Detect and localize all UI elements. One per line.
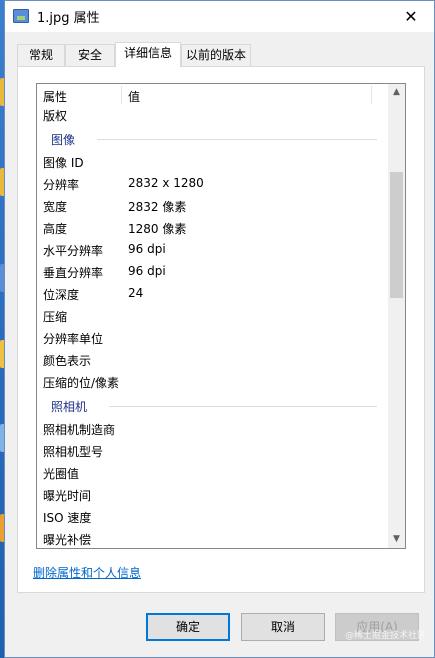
group-header-image: 图像	[37, 128, 389, 150]
property-name: ISO 速度	[43, 511, 92, 525]
property-name: 水平分辨率	[43, 244, 104, 258]
list-item[interactable]: 颜色表示	[37, 349, 389, 371]
details-panel: 属性 值 版权 图像 图像 ID 分辨率 2832 x 1280 宽度 2832…	[17, 66, 425, 593]
list-header: 属性 值	[37, 84, 389, 106]
group-divider	[109, 406, 377, 407]
properties-list[interactable]: 属性 值 版权 图像 图像 ID 分辨率 2832 x 1280 宽度 2832…	[36, 83, 406, 549]
list-item[interactable]: 图像 ID	[37, 151, 389, 173]
tab-security[interactable]: 安全	[65, 44, 115, 66]
list-item[interactable]: 位深度 24	[37, 283, 389, 305]
list-item[interactable]: 照相机型号	[37, 440, 389, 462]
property-name: 曝光补偿	[43, 533, 92, 547]
scroll-up-arrow-icon[interactable]: ▲	[388, 84, 405, 101]
property-name: 版权	[43, 109, 68, 123]
group-header-camera: 照相机	[37, 395, 389, 417]
property-value: 2832 像素	[128, 200, 187, 214]
property-name: 颜色表示	[43, 354, 92, 368]
property-value: 96 dpi	[128, 242, 166, 256]
list-item[interactable]: 宽度 2832 像素	[37, 195, 389, 217]
list-item[interactable]: 高度 1280 像素	[37, 217, 389, 239]
scrollbar-thumb[interactable]	[390, 172, 403, 298]
list-item[interactable]: 分辨率 2832 x 1280	[37, 173, 389, 195]
property-name: 位深度	[43, 288, 80, 302]
tab-general[interactable]: 常规	[17, 44, 65, 66]
property-name: 图像 ID	[43, 156, 84, 170]
property-name: 光圈值	[43, 467, 80, 481]
property-name: 曝光时间	[43, 489, 92, 503]
property-name: 分辨率	[43, 178, 80, 192]
column-divider[interactable]	[371, 86, 372, 104]
cancel-button[interactable]: 取消	[241, 613, 325, 641]
property-value: 96 dpi	[128, 264, 166, 278]
list-item[interactable]: 压缩的位/像素	[37, 371, 389, 393]
tab-details[interactable]: 详细信息	[115, 42, 181, 67]
property-name: 垂直分辨率	[43, 266, 104, 280]
property-value: 1280 像素	[128, 222, 187, 236]
list-item[interactable]: 压缩	[37, 305, 389, 327]
property-value: 24	[128, 286, 144, 300]
group-divider	[97, 139, 377, 140]
property-name: 压缩的位/像素	[43, 376, 120, 390]
property-name: 宽度	[43, 200, 68, 214]
remove-properties-link[interactable]: 删除属性和个人信息	[33, 564, 141, 581]
window-title: 1.jpg 属性	[37, 11, 100, 26]
column-divider[interactable]	[121, 86, 122, 104]
list-item[interactable]: 光圈值	[37, 462, 389, 484]
list-item[interactable]: 分辨率单位	[37, 327, 389, 349]
list-item[interactable]: ISO 速度	[37, 506, 389, 528]
column-header-value[interactable]: 值	[128, 88, 140, 105]
title-bar[interactable]: 1.jpg 属性 ✕	[5, 1, 434, 32]
list-item[interactable]: 版权	[37, 104, 389, 126]
vertical-scrollbar[interactable]: ▲ ▼	[388, 84, 405, 548]
column-header-property[interactable]: 属性	[43, 88, 67, 105]
group-title: 图像	[51, 133, 76, 147]
list-item[interactable]: 垂直分辨率 96 dpi	[37, 261, 389, 283]
list-item[interactable]: 照相机制造商	[37, 418, 389, 440]
properties-dialog: 1.jpg 属性 ✕ 常规 安全 详细信息 以前的版本 属性 值 版权 图像 图…	[4, 0, 435, 658]
tab-previous-versions[interactable]: 以前的版本	[181, 44, 251, 66]
ok-button[interactable]: 确定	[146, 613, 230, 641]
image-file-icon	[13, 9, 29, 23]
scroll-down-arrow-icon[interactable]: ▼	[388, 531, 405, 548]
property-name: 照相机型号	[43, 445, 104, 459]
close-button[interactable]: ✕	[388, 1, 434, 32]
property-value: 2832 x 1280	[128, 176, 204, 190]
property-name: 压缩	[43, 310, 68, 324]
group-title: 照相机	[51, 400, 88, 414]
property-name: 高度	[43, 222, 68, 236]
property-name: 分辨率单位	[43, 332, 104, 346]
property-name: 照相机制造商	[43, 423, 116, 437]
list-item[interactable]: 水平分辨率 96 dpi	[37, 239, 389, 261]
list-item[interactable]: 曝光时间	[37, 484, 389, 506]
list-item[interactable]: 曝光补偿	[37, 528, 389, 548]
watermark-text: @稀土掘金技术社区	[344, 631, 426, 641]
